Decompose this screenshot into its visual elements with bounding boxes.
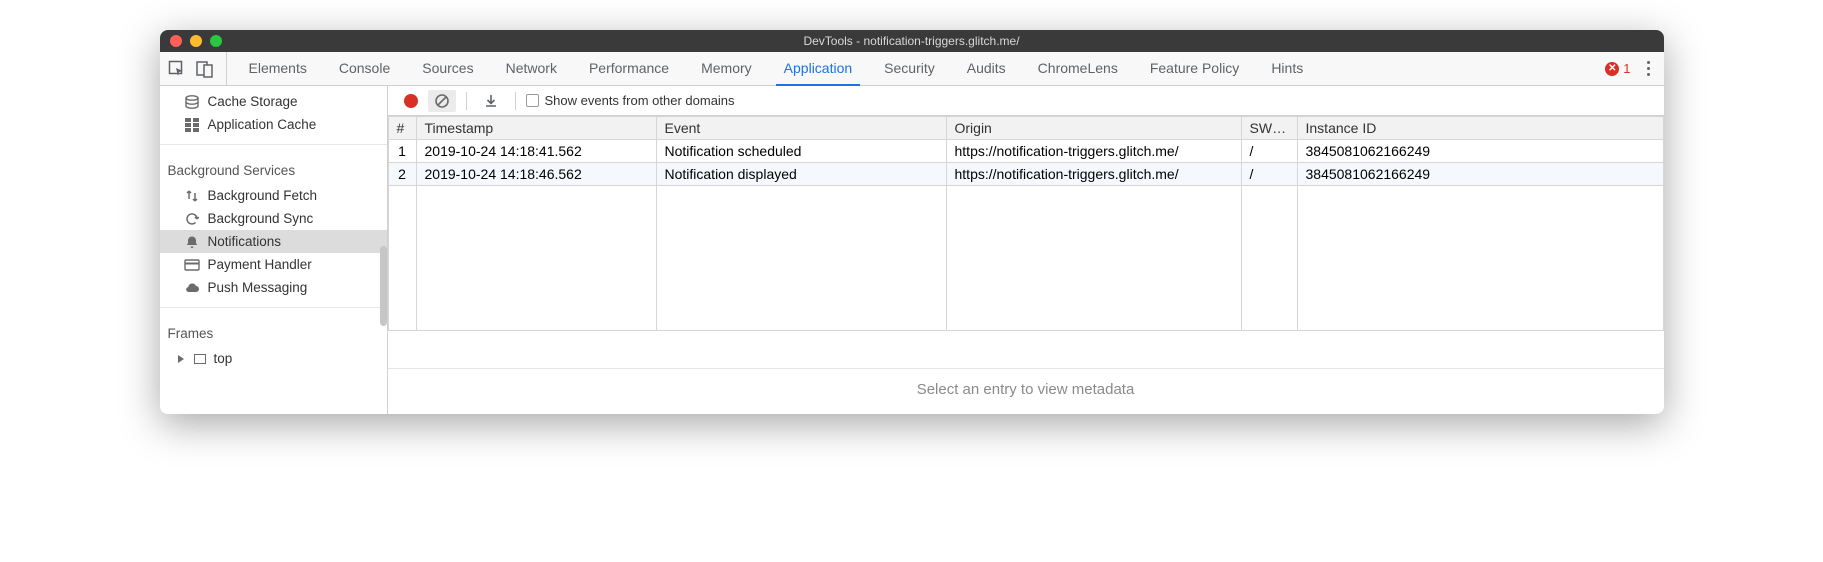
cell-sw-scope: / [1241, 140, 1297, 163]
metadata-placeholder: Select an entry to view metadata [388, 368, 1664, 414]
device-toolbar-icon[interactable] [196, 60, 214, 78]
cell-timestamp: 2019-10-24 14:18:41.562 [416, 140, 656, 163]
sync-icon [184, 212, 200, 226]
events-table: # Timestamp Event Origin SW … Instance I… [388, 116, 1664, 368]
error-count: 1 [1623, 61, 1630, 76]
checkbox-icon [526, 94, 539, 107]
frame-icon [194, 354, 206, 364]
sidebar-item-cache-storage[interactable]: Cache Storage [160, 90, 387, 113]
cell-event: Notification displayed [656, 163, 946, 186]
content-pane: Show events from other domains # Timesta… [388, 86, 1664, 414]
tab-feature-policy[interactable]: Feature Policy [1146, 52, 1243, 85]
window-title: DevTools - notification-triggers.glitch.… [160, 34, 1664, 48]
more-menu-icon[interactable] [1641, 55, 1656, 82]
devtools-window: DevTools - notification-triggers.glitch.… [160, 30, 1664, 414]
col-number[interactable]: # [388, 117, 416, 140]
cell-number: 1 [388, 140, 416, 163]
close-window-button[interactable] [170, 35, 182, 47]
table-row[interactable]: 12019-10-24 14:18:41.562Notification sch… [388, 140, 1663, 163]
sidebar-item-frame-top[interactable]: top [160, 347, 387, 370]
clear-button[interactable] [428, 90, 456, 112]
col-event[interactable]: Event [656, 117, 946, 140]
error-icon: ✕ [1605, 62, 1619, 76]
download-button[interactable] [477, 90, 505, 112]
cell-timestamp: 2019-10-24 14:18:46.562 [416, 163, 656, 186]
sidebar-item-label: Push Messaging [208, 280, 308, 295]
bell-icon [184, 235, 200, 249]
application-sidebar: Cache Storage Application Cache Backgrou… [160, 86, 388, 414]
swap-icon [184, 189, 200, 203]
sidebar-item-push-messaging[interactable]: Push Messaging [160, 276, 387, 299]
col-sw-scope[interactable]: SW … [1241, 117, 1297, 140]
cell-origin: https://notification-triggers.glitch.me/ [946, 140, 1241, 163]
sidebar-item-payment-handler[interactable]: Payment Handler [160, 253, 387, 276]
card-icon [184, 259, 200, 271]
minimize-window-button[interactable] [190, 35, 202, 47]
cell-origin: https://notification-triggers.glitch.me/ [946, 163, 1241, 186]
record-button[interactable] [398, 90, 424, 112]
tab-audits[interactable]: Audits [963, 52, 1010, 85]
cell-instance-id: 3845081062166249 [1297, 140, 1663, 163]
sidebar-item-label: top [214, 351, 233, 366]
cloud-icon [184, 282, 200, 294]
table-row[interactable]: 22019-10-24 14:18:46.562Notification dis… [388, 163, 1663, 186]
col-origin[interactable]: Origin [946, 117, 1241, 140]
record-dot-icon [404, 94, 418, 108]
devtools-tabstrip: Elements Console Sources Network Performance… [160, 52, 1664, 86]
sidebar-item-label: Background Fetch [208, 188, 318, 203]
sidebar-group-background-services: Background Services [160, 153, 387, 184]
tab-network[interactable]: Network [502, 52, 561, 85]
table-header-row: # Timestamp Event Origin SW … Instance I… [388, 117, 1663, 140]
tab-hints[interactable]: Hints [1267, 52, 1307, 85]
cell-sw-scope: / [1241, 163, 1297, 186]
checkbox-label: Show events from other domains [545, 93, 735, 108]
col-instance-id[interactable]: Instance ID [1297, 117, 1663, 140]
tab-sources[interactable]: Sources [418, 52, 477, 85]
sidebar-item-background-sync[interactable]: Background Sync [160, 207, 387, 230]
sidebar-item-label: Cache Storage [208, 94, 298, 109]
database-icon [184, 95, 200, 109]
tab-memory[interactable]: Memory [697, 52, 756, 85]
tab-performance[interactable]: Performance [585, 52, 673, 85]
tab-elements[interactable]: Elements [245, 52, 311, 85]
sidebar-item-notifications[interactable]: Notifications [160, 230, 387, 253]
window-traffic-lights [160, 35, 222, 47]
sidebar-item-label: Background Sync [208, 211, 314, 226]
ban-icon [434, 93, 450, 109]
col-timestamp[interactable]: Timestamp [416, 117, 656, 140]
tab-console[interactable]: Console [335, 52, 394, 85]
caret-right-icon [178, 355, 184, 363]
inspect-element-icon[interactable] [168, 60, 186, 78]
events-toolbar: Show events from other domains [388, 86, 1664, 116]
sidebar-item-label: Notifications [208, 234, 282, 249]
grid-icon [184, 118, 200, 132]
cell-number: 2 [388, 163, 416, 186]
tab-application[interactable]: Application [780, 52, 857, 85]
sidebar-item-label: Application Cache [208, 117, 317, 132]
sidebar-item-background-fetch[interactable]: Background Fetch [160, 184, 387, 207]
show-other-domains-checkbox[interactable]: Show events from other domains [526, 93, 735, 108]
sidebar-item-application-cache[interactable]: Application Cache [160, 113, 387, 136]
maximize-window-button[interactable] [210, 35, 222, 47]
error-count-badge[interactable]: ✕ 1 [1605, 61, 1630, 76]
cell-instance-id: 3845081062166249 [1297, 163, 1663, 186]
titlebar: DevTools - notification-triggers.glitch.… [160, 30, 1664, 52]
sidebar-item-label: Payment Handler [208, 257, 312, 272]
sidebar-group-frames: Frames [160, 316, 387, 347]
tab-chromelens[interactable]: ChromeLens [1034, 52, 1122, 85]
download-icon [483, 93, 499, 109]
tab-security[interactable]: Security [880, 52, 939, 85]
main-area: Cache Storage Application Cache Backgrou… [160, 86, 1664, 414]
cell-event: Notification scheduled [656, 140, 946, 163]
